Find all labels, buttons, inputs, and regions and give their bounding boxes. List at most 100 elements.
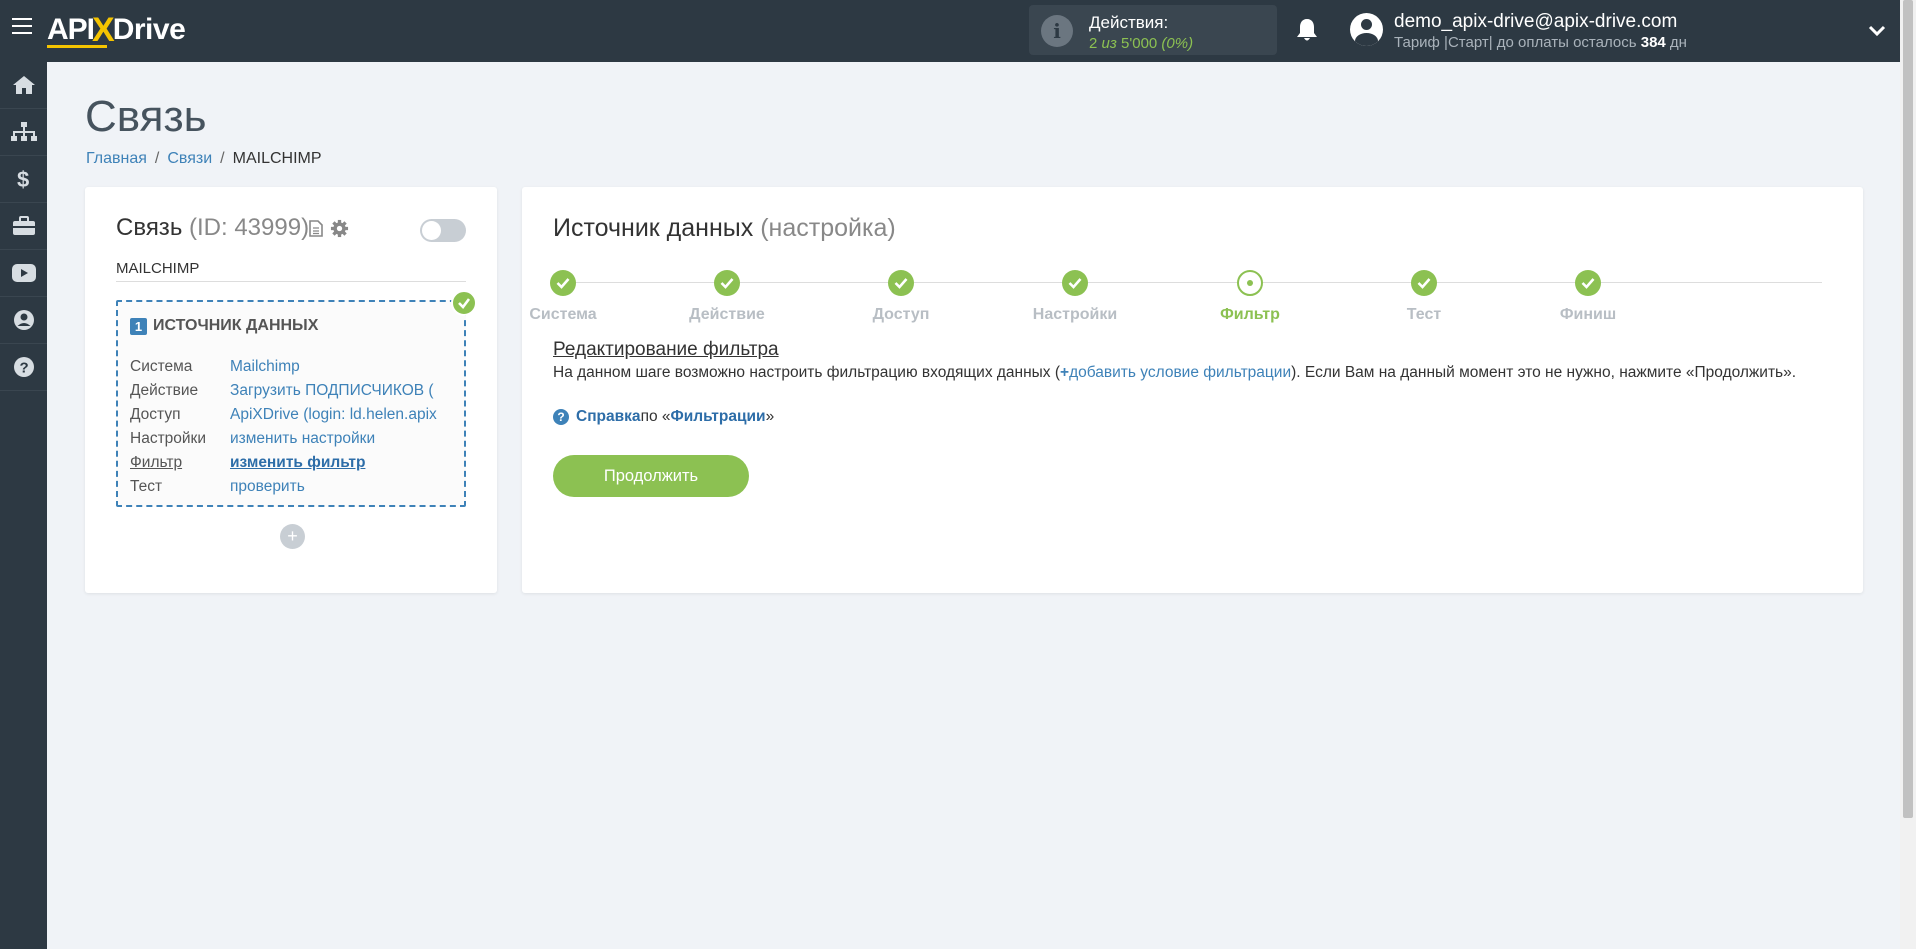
- add-filter-condition-text: добавить условие фильтрации: [1069, 364, 1292, 381]
- source-row-key: Настройки: [130, 430, 207, 447]
- actions-counter[interactable]: i Действия: 2 из 5'000 (0%): [1029, 5, 1277, 55]
- connection-title-text: Связь: [116, 214, 183, 241]
- step-item[interactable]: Система: [503, 270, 623, 324]
- avatar[interactable]: [1350, 13, 1383, 46]
- actions-count: 2 из 5'000 (0%): [1089, 35, 1193, 52]
- step-label: Тест: [1406, 306, 1442, 323]
- breadcrumb: Главная / Связи / MAILCHIMP: [86, 150, 322, 167]
- source-details: Система Mailchimp Действие Загрузить ПОД…: [130, 355, 455, 499]
- youtube-icon[interactable]: [0, 250, 47, 297]
- help-bold[interactable]: Справка: [576, 408, 641, 426]
- plan-days: 384: [1640, 34, 1666, 51]
- logo[interactable]: API X Drive: [47, 10, 186, 49]
- home-icon[interactable]: [0, 62, 47, 109]
- step-check-icon: [1062, 270, 1088, 296]
- plan-suffix: дн: [1665, 34, 1687, 51]
- actions-total-value: 5'000: [1121, 35, 1158, 52]
- document-icon[interactable]: [309, 220, 323, 237]
- source-row-value[interactable]: изменить фильтр: [230, 454, 455, 472]
- source-header-text: ИСТОЧНИК ДАННЫХ: [153, 317, 319, 334]
- dollar-icon[interactable]: $: [0, 156, 47, 203]
- step-current-icon: [1237, 270, 1263, 296]
- logo-drive-text: Drive: [112, 13, 186, 46]
- source-block[interactable]: 1 ИСТОЧНИК ДАННЫХ Система Mailchimp Дейс…: [116, 300, 466, 507]
- add-block-button[interactable]: +: [280, 524, 305, 549]
- step-check-icon: [550, 270, 576, 296]
- user-plan: Тариф |Старт| до оплаты осталось 384 дн: [1394, 34, 1687, 51]
- source-row-value[interactable]: проверить: [230, 478, 455, 496]
- connection-name[interactable]: MAILCHIMP: [116, 260, 466, 282]
- source-number-badge: 1: [130, 317, 147, 335]
- step-check-icon: [1575, 270, 1601, 296]
- actions-count-value: 2: [1089, 35, 1098, 52]
- hamburger-menu-icon[interactable]: [12, 18, 32, 38]
- gear-icon[interactable]: [330, 219, 349, 238]
- step-item[interactable]: Финиш: [1528, 270, 1648, 324]
- top-bar: API X Drive i Действия: 2 из 5'000 (0%) …: [0, 0, 1900, 62]
- continue-button[interactable]: Продолжить: [553, 455, 749, 497]
- user-circle-icon[interactable]: [0, 297, 47, 344]
- svg-text:?: ?: [19, 360, 28, 377]
- bell-icon[interactable]: [1296, 18, 1318, 42]
- actions-percent-value: (0%): [1161, 35, 1194, 52]
- step-check-icon: [888, 270, 914, 296]
- settings-title: Источник данных (настройка): [553, 214, 896, 243]
- chevron-down-icon[interactable]: [1868, 22, 1886, 40]
- sitemap-icon[interactable]: [0, 109, 47, 156]
- step-check-icon: [714, 270, 740, 296]
- help-end: »: [765, 408, 775, 425]
- filter-desc-before: На данном шаге возможно настроить фильтр…: [553, 364, 1061, 381]
- question-icon[interactable]: ?: [0, 344, 47, 391]
- source-row-filter: Фильтр изменить фильтр: [130, 451, 455, 475]
- page-title: Связь: [85, 92, 207, 141]
- step-check-icon: [1411, 270, 1437, 296]
- source-row-settings: Настройки изменить настройки: [130, 427, 455, 451]
- page-scrollbar[interactable]: [1900, 0, 1916, 949]
- source-row-value[interactable]: изменить настройки: [230, 430, 455, 448]
- user-email[interactable]: demo_apix-drive@apix-drive.com: [1394, 11, 1677, 33]
- actions-of-text: из: [1101, 35, 1117, 52]
- connection-id: (ID: 43999): [189, 214, 310, 241]
- filter-title: Редактирование фильтра: [553, 339, 779, 360]
- connection-toggle[interactable]: [420, 219, 466, 242]
- help-filter-link[interactable]: Фильтрации: [671, 408, 766, 426]
- source-check-icon: [451, 290, 477, 316]
- source-row-system: Система Mailchimp: [130, 355, 455, 379]
- help-mid: по «: [640, 408, 671, 425]
- source-row-value[interactable]: Mailchimp: [230, 358, 455, 376]
- step-item[interactable]: Доступ: [841, 270, 961, 324]
- plan-prefix: Тариф |Старт| до оплаты осталось: [1394, 34, 1641, 51]
- step-item[interactable]: Фильтр: [1190, 270, 1310, 324]
- add-filter-condition-link[interactable]: +добавить условие фильтрации: [1060, 364, 1291, 381]
- breadcrumb-home-link[interactable]: Главная: [86, 150, 147, 167]
- breadcrumb-connections-link[interactable]: Связи: [167, 150, 212, 167]
- source-row-value[interactable]: Загрузить ПОДПИСЧИКОВ (: [230, 382, 455, 400]
- source-row-value[interactable]: ApiXDrive (login: ld.helen.apix: [230, 406, 455, 424]
- info-icon: i: [1041, 15, 1073, 47]
- source-header: 1 ИСТОЧНИК ДАННЫХ: [130, 317, 318, 335]
- step-label: Финиш: [1559, 306, 1617, 323]
- source-row-key: Доступ: [130, 406, 181, 423]
- question-circle-icon: ?: [553, 409, 569, 425]
- connection-title: Связь (ID: 43999): [116, 214, 309, 242]
- step-item[interactable]: Действие: [667, 270, 787, 324]
- briefcase-icon[interactable]: [0, 203, 47, 250]
- step-label: Система: [529, 306, 597, 323]
- logo-underline: [47, 45, 107, 48]
- sidebar: $ ?: [0, 62, 47, 949]
- actions-label: Действия:: [1089, 13, 1169, 32]
- settings-card: Источник данных (настройка) Система Дейст…: [522, 187, 1863, 593]
- source-row-test: Тест проверить: [130, 475, 455, 499]
- step-item[interactable]: Тест: [1364, 270, 1484, 324]
- help-line: ? Справка по «Фильтрации»: [553, 408, 774, 426]
- step-label: Фильтр: [1220, 306, 1280, 323]
- step-item[interactable]: Настройки: [1015, 270, 1135, 324]
- filter-desc-after: ). Если Вам на данный момент это не нужн…: [1291, 364, 1797, 381]
- scrollbar-thumb[interactable]: [1903, 0, 1913, 818]
- step-label: Доступ: [872, 306, 930, 323]
- step-label: Действие: [689, 306, 765, 323]
- filter-description: На данном шаге возможно настроить фильтр…: [553, 362, 1823, 383]
- source-row-key: Действие: [130, 382, 199, 399]
- breadcrumb-current: MAILCHIMP: [232, 150, 322, 167]
- logo-x-text: X: [92, 10, 115, 49]
